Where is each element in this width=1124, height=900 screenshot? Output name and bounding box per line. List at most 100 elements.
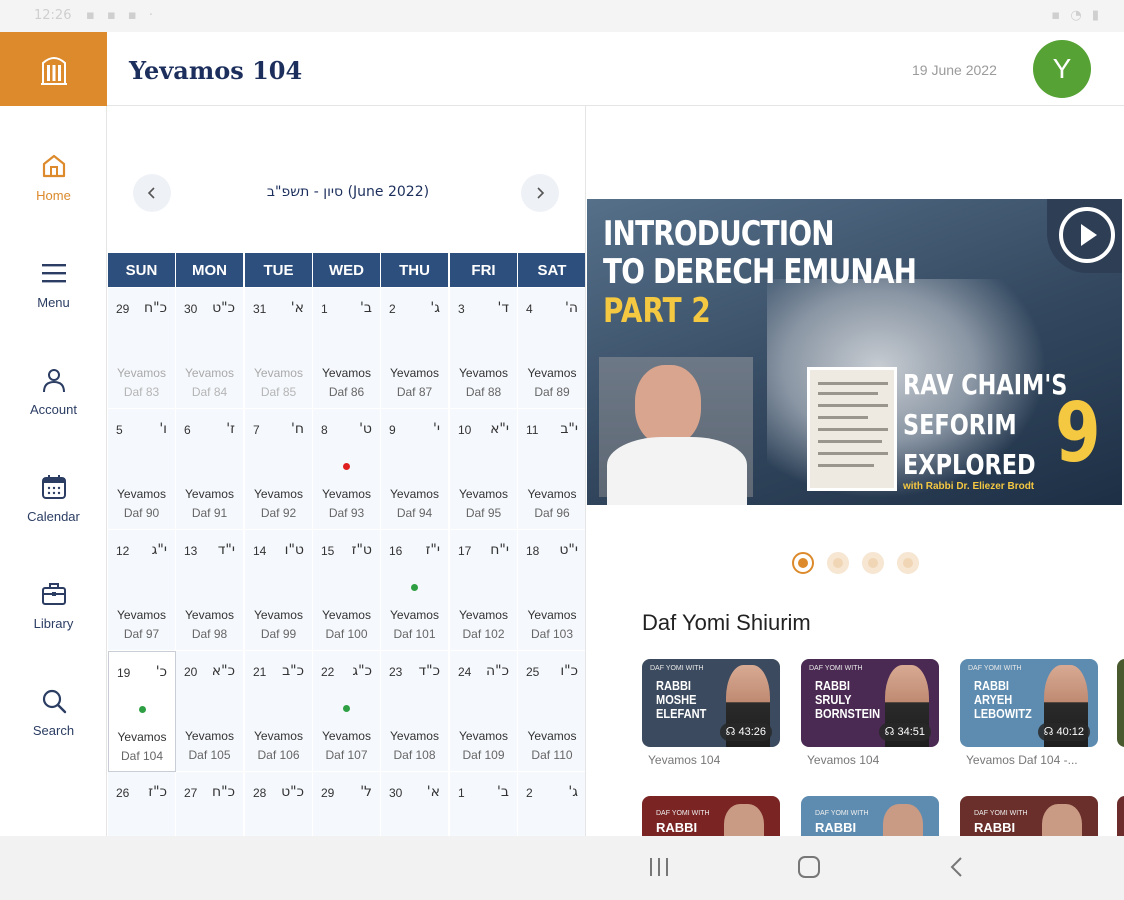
calendar-day[interactable]: 24 כ"ה Yevamos Daf 109 — [450, 651, 518, 772]
day-number: 3 — [458, 302, 465, 316]
calendar-day[interactable]: 9 י' Yevamos Daf 94 — [381, 409, 449, 530]
calendar-day[interactable]: 17 י"ח Yevamos Daf 102 — [450, 530, 518, 651]
tractate-label: Yevamos — [185, 729, 234, 743]
calendar-day[interactable]: 5 ו' Yevamos Daf 90 — [108, 409, 176, 530]
calendar-day[interactable]: 7 ח' Yevamos Daf 92 — [245, 409, 313, 530]
calendar-day[interactable]: 18 י"ט Yevamos Daf 103 — [518, 530, 585, 651]
day-number: 18 — [526, 544, 540, 558]
sidebar-item-calendar[interactable]: Calendar — [0, 473, 107, 543]
headphones-icon: ☊ — [1043, 726, 1057, 738]
daf-label: Daf 98 — [191, 627, 228, 641]
calendar-day[interactable]: 29 כ"ח Yevamos Daf 83 — [108, 288, 176, 409]
calendar-day[interactable]: 2 ג' — [518, 772, 585, 836]
day-number: 2 — [389, 302, 396, 316]
back-icon[interactable] — [946, 854, 968, 880]
daf-label: Daf 88 — [465, 385, 502, 399]
calendar-day[interactable]: 30 כ"ט Yevamos Daf 84 — [176, 288, 244, 409]
calendar-day[interactable]: 13 י"ד Yevamos Daf 98 — [176, 530, 244, 651]
play-button[interactable] — [1059, 207, 1115, 263]
speaker-photo — [599, 357, 753, 505]
prev-month-button[interactable] — [133, 174, 171, 212]
day-number: 11 — [526, 423, 539, 437]
calendar-day[interactable]: 28 כ"ט — [245, 772, 313, 836]
calendar-day-today[interactable]: 19 כ' Yevamos Daf 104 — [108, 651, 176, 772]
carousel-dot[interactable] — [897, 552, 919, 574]
tractate-label: Yevamos — [117, 487, 166, 501]
day-number: 20 — [184, 665, 198, 679]
shiur-card[interactable]: DAF YOMI WITH RABBI ARYEH LEBOWITZ ☊ 40:12… — [960, 659, 1098, 767]
calendar-day[interactable]: 30 א' — [381, 772, 449, 836]
tractate-label: Yevamos — [254, 608, 303, 622]
calendar-day[interactable]: 21 כ"ב Yevamos Daf 106 — [245, 651, 313, 772]
day-number: 5 — [116, 423, 123, 437]
duration-badge: ☊ 40:12 — [1037, 723, 1090, 741]
top-header: Yevamos 104 19 June 2022 Y — [107, 32, 1124, 106]
calendar-day[interactable]: 3 ד' Yevamos Daf 88 — [450, 288, 518, 409]
calendar-day[interactable]: 1 ב' Yevamos Daf 86 — [313, 288, 381, 409]
tractate-label: Yevamos — [322, 366, 371, 380]
calendar-day[interactable]: 22 כ"ג Yevamos Daf 107 — [313, 651, 381, 772]
calendar-day[interactable]: 6 ז' Yevamos Daf 91 — [176, 409, 244, 530]
duration-badge: ☊ 34:51 — [878, 723, 931, 741]
home-icon — [42, 154, 65, 178]
featured-banner[interactable]: INTRODUCTION TO DERECH EMUNAH PART 2 RAV… — [587, 199, 1122, 505]
calendar-day[interactable]: 25 כ"ו Yevamos Daf 110 — [518, 651, 585, 772]
calendar-day[interactable]: 20 כ"א Yevamos Daf 105 — [176, 651, 244, 772]
sidebar-item-home[interactable]: Home — [0, 152, 107, 222]
next-month-button[interactable] — [521, 174, 559, 212]
calendar-day[interactable]: 8 ט' Yevamos Daf 93 — [313, 409, 381, 530]
calendar-day[interactable]: 12 י"ג Yevamos Daf 97 — [108, 530, 176, 651]
calendar-day[interactable]: 14 ט"ו Yevamos Daf 99 — [245, 530, 313, 651]
calendar-day[interactable]: 2 ג' Yevamos Daf 87 — [381, 288, 449, 409]
shiur-card-partial[interactable] — [1117, 796, 1124, 836]
calendar-day[interactable]: 31 א' Yevamos Daf 85 — [245, 288, 313, 409]
daf-label: Daf 94 — [396, 506, 433, 520]
sidebar: Home Menu Account Calendar Library Searc… — [0, 106, 107, 836]
hebrew-date: י"ח — [490, 542, 509, 558]
calendar-day[interactable]: 27 כ"ח — [176, 772, 244, 836]
shiur-card-partial[interactable] — [1117, 659, 1124, 747]
calendar-day[interactable]: 4 ה' Yevamos Daf 89 — [518, 288, 585, 409]
sidebar-item-menu[interactable]: Menu — [0, 259, 107, 329]
hebrew-date: כ"ד — [418, 663, 441, 679]
shiur-card[interactable]: DAF YOMI WITH RABBI — [642, 796, 780, 836]
recent-apps-icon[interactable] — [648, 854, 670, 880]
duration-text: 34:51 — [897, 726, 925, 738]
hebrew-date: ל' — [360, 784, 372, 800]
app-logo[interactable] — [0, 32, 107, 106]
tractate-label: Yevamos — [322, 487, 371, 501]
sidebar-item-account[interactable]: Account — [0, 366, 107, 436]
calendar-day[interactable]: 15 ט"ז Yevamos Daf 100 — [313, 530, 381, 651]
calendar-day[interactable]: 11 י"ב Yevamos Daf 96 — [518, 409, 585, 530]
sidebar-item-search[interactable]: Search — [0, 687, 107, 757]
calendar-day[interactable]: 29 ל' — [313, 772, 381, 836]
shiur-card[interactable]: DAF YOMI WITH RABBI MOSHE ELEFANT ☊ 43:26 Y… — [642, 659, 780, 767]
home-circle-icon[interactable] — [796, 854, 822, 880]
sidebar-item-label: Menu — [37, 295, 70, 310]
calendar-day[interactable]: 1 ב' — [450, 772, 518, 836]
carousel-dot[interactable] — [862, 552, 884, 574]
shiur-card[interactable]: DAF YOMI WITH RABBI SRULY BORNSTEIN ☊ 34:5… — [801, 659, 939, 767]
avatar[interactable]: Y — [1033, 40, 1091, 98]
daf-label: Daf 107 — [325, 748, 368, 762]
tractate-label: Yevamos — [459, 487, 508, 501]
daf-label: Daf 95 — [465, 506, 502, 520]
calendar-day[interactable]: 16 י"ז Yevamos Daf 101 — [381, 530, 449, 651]
headphones-icon: ☊ — [725, 726, 739, 738]
sidebar-item-label: Library — [33, 616, 74, 631]
day-number: 21 — [253, 665, 267, 679]
hebrew-date: י"ד — [217, 542, 235, 558]
tractate-label: Yevamos — [527, 366, 577, 380]
sidebar-item-library[interactable]: Library — [0, 580, 107, 650]
daf-label: Daf 89 — [534, 385, 570, 399]
carousel-dot[interactable] — [827, 552, 849, 574]
event-dot — [343, 705, 350, 712]
shiur-thumbnail: DAF YOMI WITH RABBI MOSHE ELEFANT ☊ 43:26 — [642, 659, 780, 747]
carousel-dot[interactable] — [792, 552, 814, 574]
calendar-day[interactable]: 26 כ"ז — [108, 772, 176, 836]
shiur-card[interactable]: DAF YOMI WITH RABBI — [960, 796, 1098, 836]
calendar-day[interactable]: 23 כ"ד Yevamos Daf 108 — [381, 651, 449, 772]
calendar-day[interactable]: 10 י"א Yevamos Daf 95 — [450, 409, 518, 530]
shiur-card[interactable]: DAF YOMI WITH RABBI — [801, 796, 939, 836]
weekday-sat: SAT — [518, 253, 585, 287]
